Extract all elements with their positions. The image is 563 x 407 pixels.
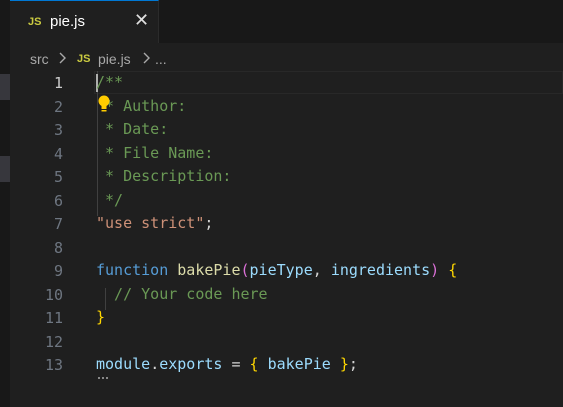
breadcrumb-file[interactable]: pie.js — [98, 51, 131, 67]
breadcrumb: src JS pie.js ... — [10, 43, 563, 71]
tab-label: pie.js — [50, 13, 86, 30]
tab-pie-js[interactable]: JS pie.js ✕ — [10, 0, 159, 43]
code-line[interactable]: 11 } — [10, 306, 563, 330]
breadcrumb-folder[interactable]: src — [30, 51, 49, 67]
code-line[interactable]: 1 /** — [10, 71, 563, 95]
code-line[interactable]: 7 "use strict"; — [10, 212, 563, 236]
line-number: 8 — [53, 238, 63, 257]
line-number: 13 — [44, 356, 63, 374]
code-text: module.exports = { bakePie }; — [96, 355, 358, 373]
hint-dots — [98, 374, 108, 379]
line-number: 3 — [53, 121, 63, 139]
strip-marker — [0, 74, 10, 100]
line-number: 2 — [53, 97, 63, 116]
code-line[interactable]: 5 * Description: — [10, 165, 563, 189]
code-line[interactable]: 10 // Your code here — [10, 283, 563, 307]
line-number: 1 — [53, 74, 63, 92]
line-number: 11 — [44, 309, 63, 327]
chevron-right-icon — [141, 51, 151, 67]
code-line[interactable]: 9 function bakePie(pieType, ingredients)… — [10, 259, 563, 283]
chevron-right-icon — [57, 51, 67, 67]
code-line[interactable]: 4 * File Name: — [10, 142, 563, 166]
js-file-icon: JS — [77, 53, 91, 65]
code-line[interactable]: 12 — [10, 330, 563, 354]
code-text: /** — [96, 73, 124, 91]
code-text: // Your code here — [96, 284, 268, 303]
line-number: 5 — [53, 168, 63, 186]
breadcrumb-symbols[interactable]: ... — [155, 51, 167, 67]
code-text: function bakePie(pieType, ingredients) { — [96, 261, 458, 279]
code-line[interactable]: 13 module.exports = { bakePie }; — [10, 353, 563, 377]
line-number: 10 — [44, 285, 63, 304]
code-text: */ — [96, 190, 124, 209]
close-icon[interactable]: ✕ — [134, 10, 149, 31]
code-text: * Description: — [96, 167, 232, 185]
line-number: 4 — [53, 144, 63, 163]
line-number: 6 — [53, 191, 63, 210]
activity-strip — [0, 0, 10, 407]
tab-bar: JS pie.js ✕ — [10, 0, 563, 43]
code-text: * File Name: — [96, 143, 214, 162]
line-number: 7 — [53, 215, 63, 233]
code-editor[interactable]: 1 /** 2 * Author: 3 * Date: 4 * File Nam… — [10, 71, 563, 407]
code-text: "use strict"; — [96, 214, 214, 232]
code-line[interactable]: 2 * Author: — [10, 95, 563, 119]
code-line[interactable]: 6 */ — [10, 189, 563, 213]
strip-marker — [0, 156, 10, 182]
line-number: 9 — [53, 262, 63, 280]
line-number: 12 — [44, 332, 63, 351]
code-line[interactable]: 8 — [10, 236, 563, 260]
code-line[interactable]: 3 * Date: — [10, 118, 563, 142]
code-text: * Date: — [96, 120, 169, 138]
code-text: } — [96, 308, 106, 326]
lightbulb-icon[interactable] — [97, 95, 111, 118]
js-file-icon: JS — [28, 16, 42, 28]
